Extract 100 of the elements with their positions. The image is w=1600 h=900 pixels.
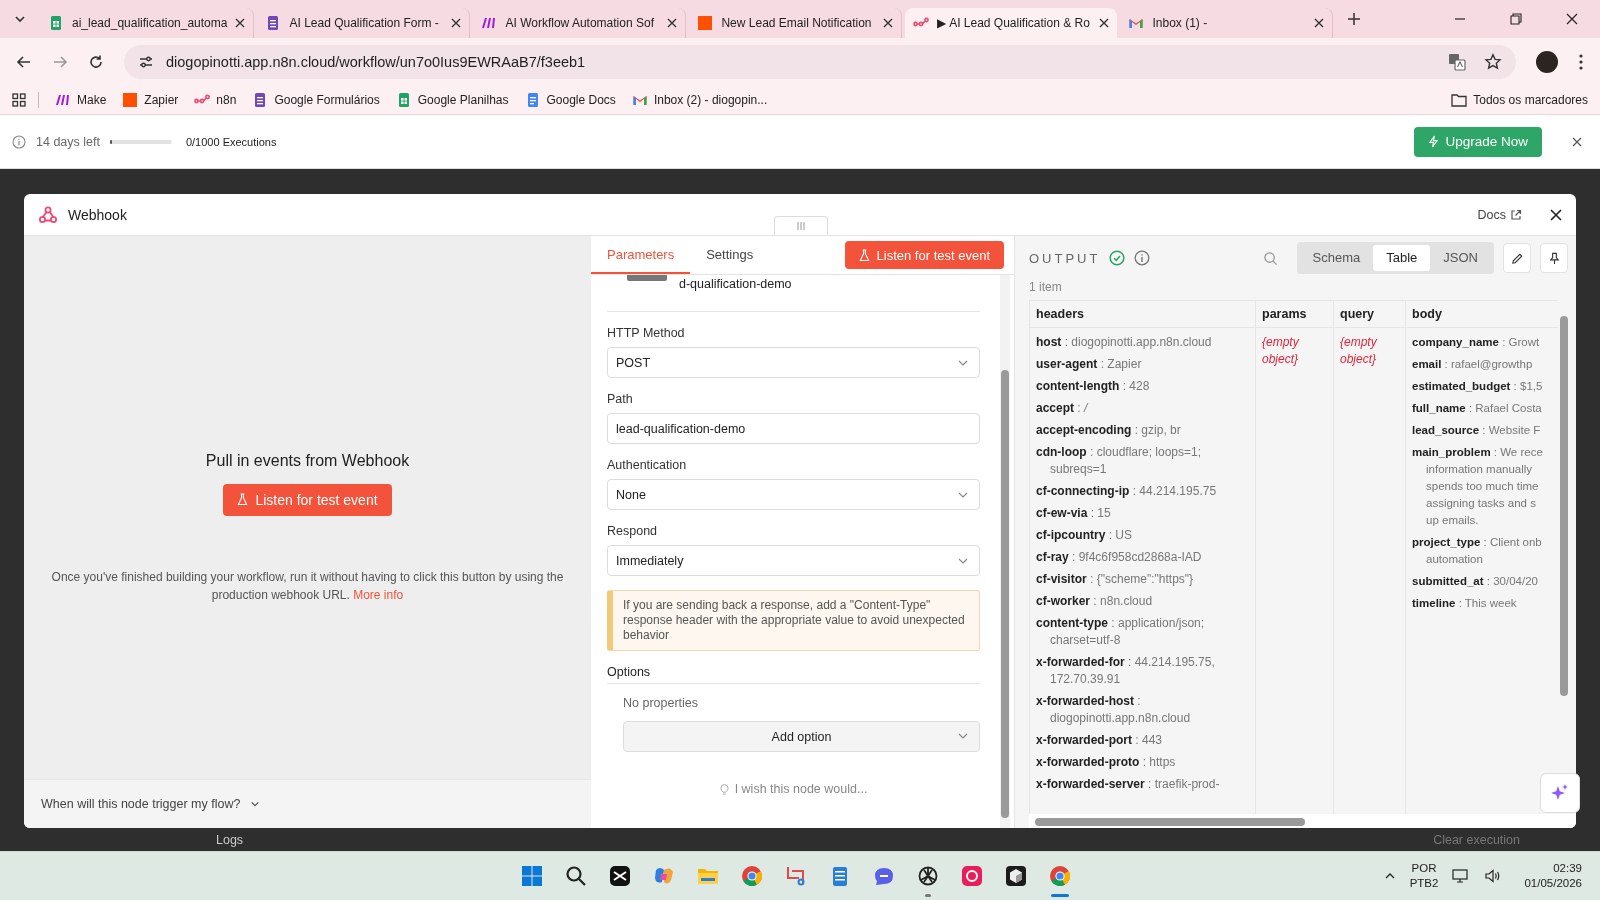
- select-field[interactable]: POST: [607, 347, 980, 378]
- site-settings-icon[interactable]: [138, 54, 154, 70]
- clock-time[interactable]: 02:39: [1553, 861, 1582, 876]
- input-field[interactable]: lead-qualification-demo: [607, 413, 980, 444]
- folder-icon: [1451, 93, 1468, 107]
- chevron-down-icon[interactable]: [14, 13, 26, 25]
- reload-icon[interactable]: [88, 54, 104, 70]
- column-header: params: [1256, 301, 1334, 327]
- edit-button[interactable]: [1503, 243, 1531, 273]
- bookmark-link[interactable]: n8n: [216, 93, 237, 107]
- external-link-icon: [1510, 208, 1522, 221]
- panel-description: Once you've finished building your workflow, run it without having to click this button by using the production webhook URL. More info: [50, 568, 565, 604]
- bookmark-link[interactable]: Zapier: [144, 93, 179, 107]
- trigger-help-toggle[interactable]: When will this node trigger my flow?: [41, 797, 241, 811]
- execution-count: 0/1000 Executions: [185, 135, 277, 148]
- close-icon[interactable]: [1550, 208, 1562, 221]
- header-entry: cf-connecting-ip : 44.214.195.75: [1036, 483, 1218, 500]
- column-header: headers: [1030, 301, 1256, 327]
- bookmark-link[interactable]: Make: [77, 93, 107, 107]
- body-entry: company_name : Growt: [1412, 335, 1541, 350]
- panel-tab[interactable]: Settings: [690, 236, 770, 274]
- body-entry: estimated_budget : $1,5: [1412, 379, 1544, 394]
- menu-icon[interactable]: [1578, 53, 1584, 71]
- drag-handle[interactable]: [774, 216, 828, 235]
- panel-heading: Pull in events from Webhook: [205, 451, 410, 470]
- apps-grid-icon[interactable]: [12, 93, 26, 107]
- logs-label: Logs: [216, 832, 244, 847]
- square-icon: [697, 15, 714, 31]
- bookmark-link[interactable]: Google Docs: [546, 93, 616, 107]
- header-entry: x-forwarded-port : 443: [1036, 732, 1164, 749]
- select-field[interactable]: None: [607, 479, 980, 510]
- grip-icon: [797, 221, 805, 231]
- header-entry: x-forwarded-host : diogopinotti.app.n8n.cloud: [1036, 693, 1192, 727]
- language-label[interactable]: POR: [1411, 861, 1437, 876]
- plus-icon[interactable]: [1347, 12, 1362, 26]
- info-icon: [12, 134, 26, 149]
- clock-date[interactable]: 01/05/2026: [1524, 876, 1582, 891]
- address-field[interactable]: diogopinotti.app.n8n.cloud/workflow/un7o0Ius9EWRAaB7/f3eeb1: [124, 45, 1516, 79]
- profile-avatar[interactable]: [1536, 51, 1558, 73]
- close-icon[interactable]: [1566, 13, 1578, 25]
- header-entry: cf-ray : 9f4c6f958cd2868a-IAD: [1036, 549, 1203, 566]
- field-label: Respond: [607, 524, 659, 538]
- browser-icon[interactable]: [740, 864, 764, 888]
- close-icon[interactable]: [1572, 136, 1582, 147]
- close-icon[interactable]: [667, 18, 678, 28]
- close-icon[interactable]: [235, 18, 246, 28]
- bookmark-link[interactable]: Google Formulários: [274, 93, 380, 107]
- bookmark-link[interactable]: Todos os marcadores: [1473, 93, 1588, 107]
- back-arrow-icon[interactable]: [16, 54, 32, 70]
- add-option-dropdown[interactable]: Add option: [623, 721, 980, 752]
- bookmark-link[interactable]: Inbox (2) - diogopin...: [653, 93, 768, 107]
- running-indicator: [925, 894, 931, 897]
- body-entry: project_type : Client onb: [1412, 535, 1543, 550]
- close-icon[interactable]: [1099, 18, 1110, 28]
- close-icon[interactable]: [883, 18, 894, 28]
- stripes-icon: [55, 92, 71, 108]
- browser-tab[interactable]: ▶ AI Lead Qualification & Ro: [905, 8, 1118, 38]
- column-header: body: [1411, 306, 1443, 323]
- bookmark-link[interactable]: Google Planilhas: [417, 93, 509, 107]
- assistant-button[interactable]: [1540, 773, 1580, 813]
- flask-icon: [858, 248, 870, 262]
- view-toggle[interactable]: JSON: [1430, 245, 1491, 271]
- view-toggle[interactable]: Schema: [1299, 245, 1374, 271]
- header-entry: cdn-loop : cloudflare; loops=1; subreqs=1: [1036, 444, 1203, 478]
- info-icon[interactable]: [1134, 250, 1151, 266]
- item-count: 1 item: [1028, 280, 1063, 296]
- select-field[interactable]: Immediately: [607, 545, 980, 576]
- star-icon[interactable]: [1484, 53, 1502, 71]
- empty-object-text: {empty object}: [1262, 335, 1299, 366]
- header-entry: cf-ipcountry : US: [1036, 527, 1133, 544]
- search-icon[interactable]: [564, 864, 588, 888]
- feedback-link[interactable]: I wish this node would...: [734, 782, 868, 796]
- monitor-icon[interactable]: [1452, 868, 1471, 884]
- chevron-down-icon[interactable]: [250, 799, 261, 809]
- browser-icon[interactable]: [1048, 864, 1072, 888]
- keyboard-layout-label[interactable]: PTB2: [1409, 876, 1439, 891]
- cube-icon[interactable]: [1004, 864, 1028, 888]
- cross-icon[interactable]: [608, 864, 632, 888]
- field-label: Path: [607, 392, 634, 406]
- docs-link[interactable]: Docs: [1477, 207, 1506, 222]
- horizontal-scrollbar[interactable]: [1029, 814, 1576, 828]
- close-icon[interactable]: [1314, 18, 1325, 28]
- forward-arrow-icon[interactable]: [52, 54, 68, 70]
- usage-progress-bar: [109, 139, 172, 144]
- body-entry: main_problem : We rece: [1412, 445, 1544, 460]
- header-entry: cf-worker : n8n.cloud: [1036, 593, 1154, 610]
- grid-icon[interactable]: [520, 864, 544, 888]
- view-toggle[interactable]: Table: [1373, 245, 1431, 271]
- translate-icon[interactable]: [1448, 53, 1466, 71]
- restore-icon[interactable]: [1510, 13, 1522, 25]
- header-entry: user-agent : Zapier: [1036, 356, 1143, 373]
- pencil-icon: [1510, 251, 1524, 265]
- close-icon[interactable]: [451, 18, 462, 28]
- output-title: OUTPUT: [1029, 250, 1101, 266]
- lightning-icon: [1428, 135, 1440, 148]
- flask-icon: [237, 493, 249, 506]
- body-entry: submitted_at : 30/04/20: [1412, 574, 1539, 589]
- pin-button[interactable]: [1540, 243, 1568, 273]
- scrollbar[interactable]: [1000, 275, 1010, 828]
- column-header: query: [1334, 301, 1406, 327]
